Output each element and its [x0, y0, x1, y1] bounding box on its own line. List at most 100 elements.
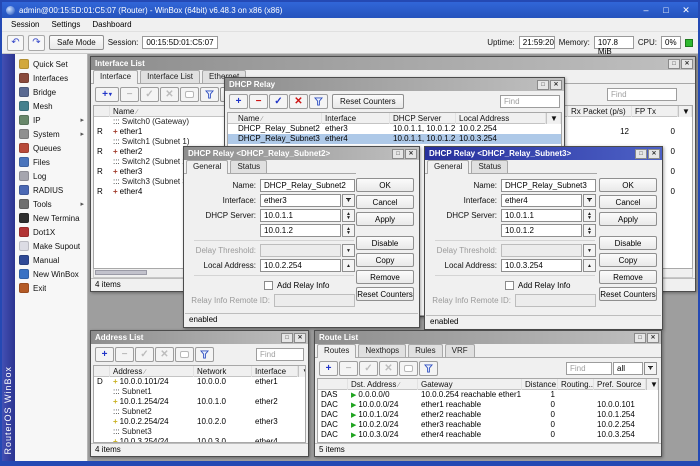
menu-settings[interactable]: Settings	[46, 19, 85, 30]
enable-button[interactable]: ✓	[269, 94, 288, 109]
dialog-button[interactable]: Reset Counters	[356, 287, 414, 301]
minimize-icon[interactable]: –	[640, 4, 652, 16]
column-chooser-icon[interactable]: ▼	[298, 366, 306, 377]
close-icon[interactable]: ✕	[405, 149, 417, 159]
route-row[interactable]: DAS ▶0.0.0.0/0 10.0.0.254 reachable ethe…	[318, 390, 658, 400]
col-dhcp-server[interactable]: DHCP Server	[390, 113, 456, 124]
disable-button[interactable]: ✕	[289, 94, 308, 109]
dhcp-server-field-2[interactable]	[260, 224, 341, 237]
remove-button[interactable]: −	[120, 87, 139, 102]
reset-counters-button[interactable]: Reset Counters	[332, 94, 404, 109]
restore-icon[interactable]: □	[634, 333, 646, 343]
delay-threshold-field[interactable]	[501, 244, 582, 257]
sidebar-item[interactable]: Queues ▸	[15, 141, 87, 155]
scrollbar-thumb[interactable]	[95, 270, 147, 275]
route-row[interactable]: DAC ▶10.0.0.0/24 ether1 reachable 0 10.0…	[318, 400, 658, 410]
menu-dashboard[interactable]: Dashboard	[87, 19, 136, 30]
dhcp-relay-titlebar[interactable]: DHCP Relay □ ✕	[225, 78, 564, 91]
filter-button[interactable]	[195, 347, 214, 362]
disable-button[interactable]: ✕	[160, 87, 179, 102]
col-dst-address[interactable]: Dst. Address∕	[348, 379, 418, 390]
comment-button[interactable]	[399, 361, 418, 376]
dialog-button[interactable]: OK	[356, 178, 414, 192]
dropdown-icon[interactable]: ▼	[342, 194, 355, 207]
dialog-button[interactable]: Copy	[599, 253, 657, 267]
relay-info-remote-id-field[interactable]	[515, 294, 596, 307]
add-button[interactable]: +	[229, 94, 248, 109]
route-row[interactable]: DAC ▶10.0.3.0/24 ether4 reachable 0 10.0…	[318, 430, 658, 440]
col-address[interactable]: Address∕	[110, 366, 194, 377]
updown-icon[interactable]: ▲▼	[342, 209, 355, 222]
comment-button[interactable]	[175, 347, 194, 362]
close-icon[interactable]: ✕	[647, 333, 659, 343]
add-button[interactable]: +	[95, 347, 114, 362]
dialog-button[interactable]: Remove	[356, 270, 414, 284]
name-field[interactable]	[501, 179, 596, 192]
dialog-button[interactable]: Cancel	[599, 195, 657, 209]
tab[interactable]: Routes	[317, 344, 356, 358]
col-local-address[interactable]: Local Address	[456, 113, 546, 124]
sidebar-item[interactable]: Mesh ▸	[15, 99, 87, 113]
local-address-field[interactable]	[501, 259, 582, 272]
redo-icon[interactable]: ↷	[28, 35, 45, 51]
dialog-button[interactable]: Disable	[356, 236, 414, 250]
up-icon[interactable]: ▲	[583, 259, 596, 272]
tab[interactable]: Nexthops	[358, 344, 406, 357]
enable-button[interactable]: ✓	[140, 87, 159, 102]
name-field[interactable]	[260, 179, 355, 192]
add-relay-info-checkbox[interactable]	[264, 281, 273, 290]
filter-button[interactable]	[200, 87, 219, 102]
sidebar-item[interactable]: System ▸	[15, 127, 87, 141]
address-row[interactable]: +::: Subnet2	[94, 407, 305, 417]
tab-general[interactable]: General	[427, 160, 469, 174]
col-distance[interactable]: Distance	[522, 379, 558, 390]
tab-general[interactable]: General	[186, 160, 228, 174]
enable-button[interactable]: ✓	[359, 361, 378, 376]
dhcp-server-field-1[interactable]	[260, 209, 341, 222]
safe-mode-button[interactable]: Safe Mode	[49, 35, 104, 50]
restore-icon[interactable]: □	[668, 59, 680, 69]
enable-button[interactable]: ✓	[135, 347, 154, 362]
sidebar-item[interactable]: Dot1X ▸	[15, 225, 87, 239]
col-network[interactable]: Network	[194, 366, 252, 377]
sidebar-item[interactable]: Exit ▸	[15, 281, 87, 295]
add-button[interactable]: +	[319, 361, 338, 376]
tab[interactable]: VRF	[445, 344, 475, 357]
remove-button[interactable]: −	[249, 94, 268, 109]
tab-status[interactable]: Status	[471, 160, 508, 173]
app-titlebar[interactable]: admin@00:15:5D:01:C5:07 (Router) - WinBo…	[2, 2, 698, 18]
dropdown-icon[interactable]: ▼	[583, 194, 596, 207]
address-row[interactable]: D +10.0.0.101/24 10.0.0.0 ether1	[94, 377, 305, 387]
sidebar-item[interactable]: Quick Set ▸	[15, 57, 87, 71]
tab[interactable]: Interface List	[140, 70, 200, 83]
col-interface[interactable]: Interface	[252, 366, 298, 377]
filter-button[interactable]	[309, 94, 328, 109]
dialog-button[interactable]: OK	[599, 178, 657, 192]
address-row[interactable]: +10.0.1.254/24 10.0.1.0 ether2	[94, 397, 305, 407]
up-icon[interactable]: ▲	[342, 259, 355, 272]
remove-button[interactable]: −	[115, 347, 134, 362]
col-rx-packet[interactable]: Rx Packet (p/s)	[568, 106, 632, 117]
add-relay-info-checkbox[interactable]	[505, 281, 514, 290]
delay-threshold-field[interactable]	[260, 244, 341, 257]
find-input[interactable]	[256, 348, 304, 361]
disable-button[interactable]: ✕	[155, 347, 174, 362]
col-routing-mark[interactable]: Routing...	[558, 379, 594, 390]
dropdown-icon[interactable]: ▼	[644, 362, 657, 375]
restore-icon[interactable]: □	[281, 333, 293, 343]
sidebar-item[interactable]: New Terminal ▸	[15, 211, 87, 225]
find-input[interactable]	[500, 95, 560, 108]
restore-icon[interactable]: □	[392, 149, 404, 159]
add-button[interactable]: +▾	[95, 87, 119, 102]
close-icon[interactable]: ✕	[648, 149, 660, 159]
dialog-button[interactable]: Disable	[599, 236, 657, 250]
interface-field[interactable]	[501, 194, 582, 207]
column-chooser-icon[interactable]: ▼	[678, 106, 692, 117]
sidebar-item[interactable]: RADIUS ▸	[15, 183, 87, 197]
address-row[interactable]: +10.0.2.254/24 10.0.2.0 ether3	[94, 417, 305, 427]
comment-button[interactable]	[180, 87, 199, 102]
dhcp-relay-row[interactable]: DHCP_Relay_Subnet3 ether4 10.0.1.1, 10.0…	[228, 134, 561, 144]
dialog-titlebar[interactable]: DHCP Relay <DHCP_Relay_Subnet2> □ ✕	[184, 147, 419, 160]
disable-button[interactable]: ✕	[379, 361, 398, 376]
dropdown-icon[interactable]: ▼	[583, 244, 596, 257]
